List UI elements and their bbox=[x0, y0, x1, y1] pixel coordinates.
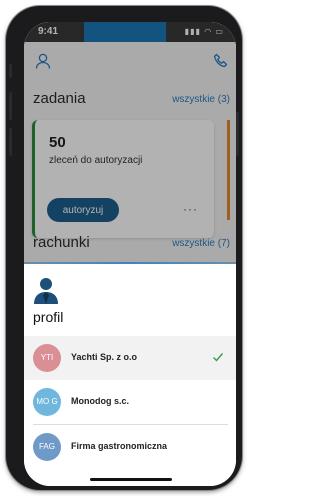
volume-down-button bbox=[9, 128, 12, 156]
avatar: MO G bbox=[33, 388, 61, 416]
account-row-yachti[interactable]: YTI Yachti Sp. z o.o bbox=[24, 336, 236, 380]
avatar: FAG bbox=[33, 433, 61, 461]
dim-overlay[interactable] bbox=[24, 22, 236, 262]
account-row-firma[interactable]: FAG Firma gastronomiczna bbox=[24, 425, 236, 469]
account-name: Firma gastronomiczna bbox=[71, 441, 168, 451]
avatar: YTI bbox=[33, 344, 61, 372]
check-icon bbox=[213, 353, 224, 362]
mute-switch bbox=[9, 64, 12, 78]
sheet-top-border bbox=[24, 262, 236, 264]
profile-icon bbox=[34, 278, 58, 304]
volume-up-button bbox=[9, 92, 12, 120]
dashboard-background: 9:41 ▮▮▮ ◠ ▭ zadania wszystkie (3) 50 zl… bbox=[24, 22, 236, 262]
account-name: Yachti Sp. z o.o bbox=[71, 352, 138, 362]
account-row-monodog[interactable]: MO G Monodog s.c. bbox=[24, 380, 236, 424]
account-name: Monodog s.c. bbox=[71, 396, 129, 406]
phone-frame: 9:41 ▮▮▮ ◠ ▭ zadania wszystkie (3) 50 zl… bbox=[6, 6, 242, 490]
home-indicator[interactable] bbox=[90, 478, 172, 481]
profile-sheet: profil YTI Yachti Sp. z o.o MO G Monodog… bbox=[24, 262, 236, 486]
profile-title: profil bbox=[33, 309, 64, 325]
screen: 9:41 ▮▮▮ ◠ ▭ zadania wszystkie (3) 50 zl… bbox=[24, 22, 236, 486]
power-button bbox=[236, 112, 239, 156]
